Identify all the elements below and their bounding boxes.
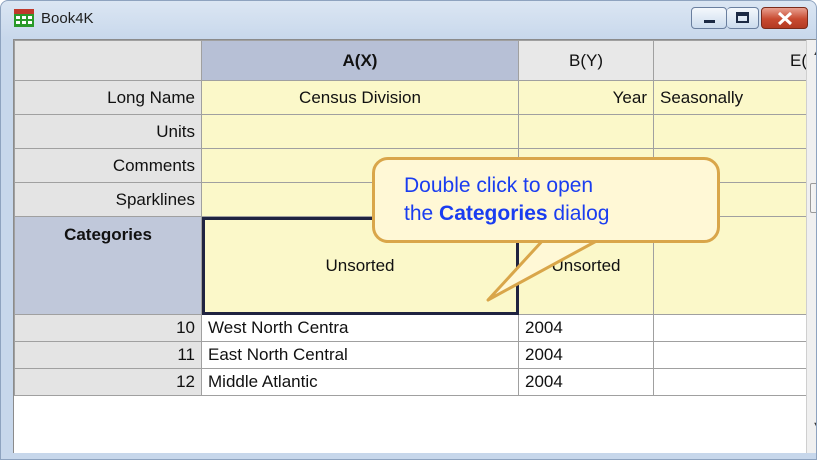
column-header-b[interactable]: B(Y) <box>518 40 654 81</box>
row-number[interactable]: 10 <box>14 314 202 342</box>
cell-data-a[interactable]: East North Central <box>201 341 519 369</box>
row-label-sparklines[interactable]: Sparklines <box>14 182 202 217</box>
corner-cell[interactable] <box>14 40 202 81</box>
row-number[interactable]: 11 <box>14 341 202 369</box>
column-header-a[interactable]: A(X) <box>201 40 519 81</box>
cell-data-e[interactable] <box>653 314 814 342</box>
scrollbar-thumb[interactable] <box>810 183 816 213</box>
cell-data-b[interactable]: 2004 <box>518 341 654 369</box>
scroll-down-icon[interactable]: ▼ <box>812 420 816 432</box>
row-label-units[interactable]: Units <box>14 114 202 149</box>
cell-long-name-e[interactable]: Seasonally <box>653 80 814 115</box>
column-header-e[interactable]: E( <box>653 40 814 81</box>
maximize-button[interactable] <box>727 7 759 29</box>
cell-units-a[interactable] <box>201 114 519 149</box>
workbook-icon <box>14 9 34 27</box>
cell-units-b[interactable] <box>518 114 654 149</box>
row-label-long-name[interactable]: Long Name <box>14 80 202 115</box>
scroll-up-icon[interactable]: ▲ <box>812 46 816 58</box>
window-title: Book4K <box>41 10 94 27</box>
cell-data-a[interactable]: West North Centra <box>201 314 519 342</box>
cell-data-b[interactable]: 2004 <box>518 368 654 396</box>
worksheet-grid[interactable]: A(X) B(Y) E( Long Name Census Division Y… <box>13 39 816 453</box>
close-icon <box>777 11 793 26</box>
restore-icon <box>736 12 749 23</box>
callout-bubble: Double click to open the Categories dial… <box>372 157 720 243</box>
minimize-button[interactable] <box>691 7 727 29</box>
callout-line-1: Double click to open <box>404 174 594 197</box>
cell-data-e[interactable] <box>653 368 814 396</box>
row-label-comments[interactable]: Comments <box>14 148 202 183</box>
close-button[interactable] <box>761 7 808 29</box>
cell-data-a[interactable]: Middle Atlantic <box>201 368 519 396</box>
callout-keyword: Categories <box>439 202 548 225</box>
row-number[interactable]: 12 <box>14 368 202 396</box>
cell-long-name-b[interactable]: Year <box>518 80 654 115</box>
cell-data-e[interactable] <box>653 341 814 369</box>
callout-line-2: the Categories dialog <box>404 202 610 225</box>
vertical-scrollbar[interactable]: ▲ ▼ <box>806 40 816 453</box>
title-bar[interactable]: Book4K <box>1 1 816 35</box>
cell-units-e[interactable] <box>653 114 814 149</box>
minimize-icon <box>704 20 715 23</box>
cell-long-name-a[interactable]: Census Division <box>201 80 519 115</box>
row-label-categories[interactable]: Categories <box>14 216 202 315</box>
cell-data-b[interactable]: 2004 <box>518 314 654 342</box>
